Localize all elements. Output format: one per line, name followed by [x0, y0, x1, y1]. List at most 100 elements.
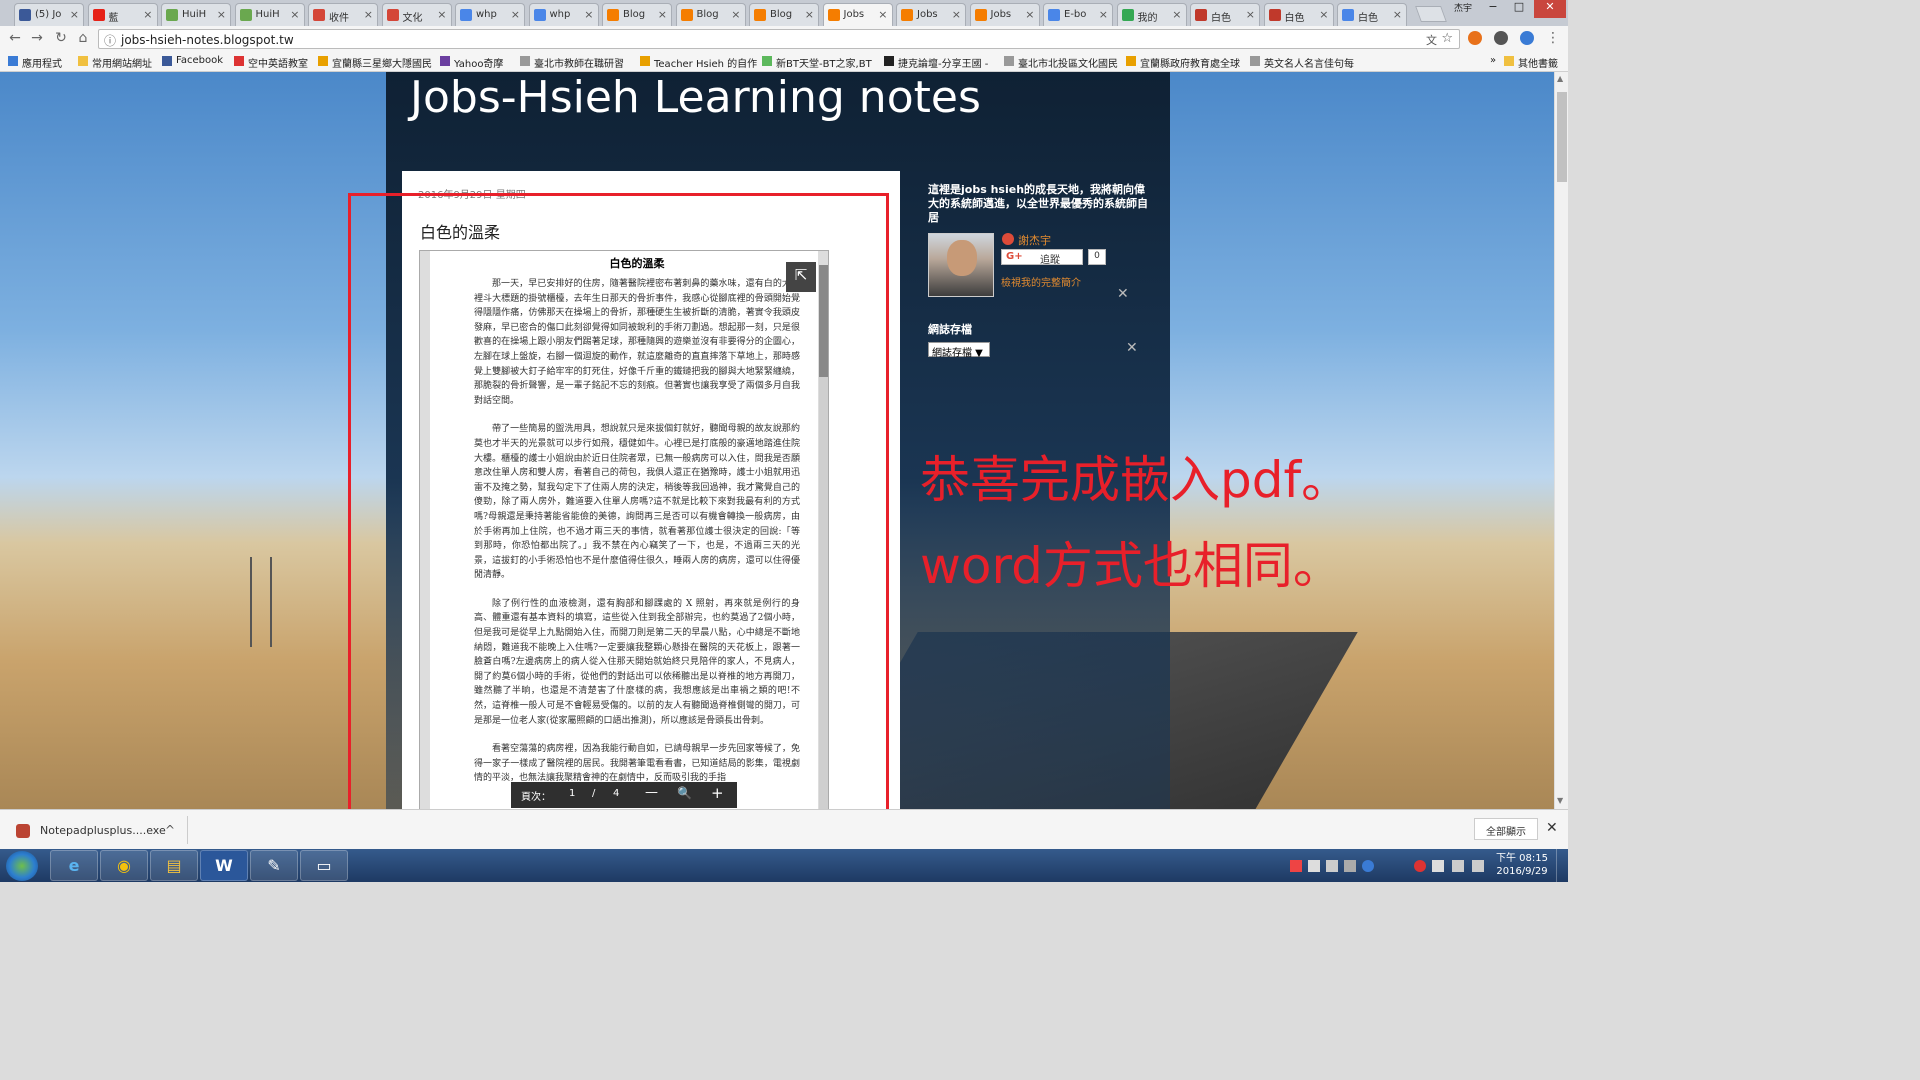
bookmark-item[interactable]: 臺北市教師在職研習	[520, 55, 624, 70]
scroll-up-icon[interactable]: ▲	[1557, 74, 1563, 83]
show-all-downloads-button[interactable]: 全部顯示	[1474, 818, 1538, 840]
tab-13[interactable]: Jobs ×	[969, 3, 1040, 26]
tab-close-icon[interactable]: ×	[1393, 8, 1402, 21]
tab-close-icon[interactable]: ×	[364, 8, 373, 21]
bookmark-item[interactable]: 臺北市北投區文化國民	[1004, 55, 1118, 70]
tab-close-icon[interactable]: ×	[143, 8, 152, 21]
new-tab-button[interactable]	[1415, 6, 1447, 22]
tab-0[interactable]: (5) Jo ×	[14, 3, 84, 26]
tray-icon[interactable]	[1344, 860, 1356, 872]
tray-icon[interactable]	[1308, 860, 1320, 872]
profile-name-link[interactable]: 謝杰宇	[1002, 232, 1051, 248]
download-item[interactable]: Notepadplusplus....exe ^	[10, 816, 188, 844]
tab-17[interactable]: 白色 ×	[1263, 3, 1334, 26]
bookmark-item[interactable]: 其他書籤	[1504, 55, 1558, 70]
bookmark-item[interactable]: 常用網站網址	[78, 55, 152, 70]
bookmark-item[interactable]: 新BT天堂-BT之家,BT	[762, 55, 872, 70]
tab-9[interactable]: Blog ×	[675, 3, 746, 26]
tab-close-icon[interactable]: ×	[1319, 8, 1328, 21]
minimize-button[interactable]: −	[1480, 0, 1506, 18]
chrome-icon[interactable]: ◉	[100, 850, 148, 881]
tab-2[interactable]: HuiH ×	[161, 3, 231, 26]
tab-7[interactable]: whp ×	[528, 3, 599, 26]
tab-close-icon[interactable]: ×	[1099, 8, 1108, 21]
view-profile-link[interactable]: 檢視我的完整簡介	[1001, 274, 1081, 289]
tab-3[interactable]: HuiH ×	[234, 3, 305, 26]
tab-close-icon[interactable]: ×	[1172, 8, 1181, 21]
tray-icon[interactable]	[1290, 860, 1302, 872]
paint-icon[interactable]: ✎	[250, 850, 298, 881]
translate-icon[interactable]: 文	[1426, 32, 1437, 48]
tab-14[interactable]: E-bo ×	[1043, 3, 1113, 26]
bookmark-star-icon[interactable]: ☆	[1441, 31, 1453, 46]
tray-icon[interactable]	[1414, 860, 1426, 872]
tab-4[interactable]: 收件 ×	[308, 3, 378, 26]
bookmark-item[interactable]: 捷克論壇-分享王國 -	[884, 55, 988, 70]
bookmark-item[interactable]: 空中英語教室	[234, 55, 308, 70]
archive-select[interactable]: 網誌存檔 ▼	[928, 342, 990, 359]
bookmark-item[interactable]: 英文名人名言佳句每	[1250, 55, 1354, 70]
volume-icon[interactable]	[1472, 860, 1484, 872]
tab-close-icon[interactable]: ×	[290, 8, 299, 21]
tab-close-icon[interactable]: ×	[658, 8, 667, 21]
avatar[interactable]	[928, 233, 994, 297]
tab-close-icon[interactable]: ×	[437, 8, 446, 21]
tab-15[interactable]: 我的 ×	[1116, 3, 1187, 26]
file-explorer-icon[interactable]: ▤	[150, 850, 198, 881]
start-button[interactable]	[6, 851, 38, 881]
tray-icon[interactable]	[1326, 860, 1338, 872]
back-icon[interactable]: ←	[6, 30, 24, 46]
edit-widget-icon[interactable]: ✕	[1126, 340, 1138, 356]
network-icon[interactable]	[1452, 860, 1464, 872]
tab-close-icon[interactable]: ×	[217, 8, 226, 21]
extension-icon[interactable]	[1468, 31, 1482, 45]
bookmark-item[interactable]: Facebook	[162, 55, 223, 66]
action-center-icon[interactable]	[1432, 860, 1444, 872]
bookmark-item[interactable]: 宜蘭縣政府教育處全球	[1126, 55, 1240, 70]
bookmark-item[interactable]: Yahoo奇摩	[440, 55, 503, 70]
tab-6[interactable]: whp ×	[455, 3, 525, 26]
tab-10[interactable]: Blog ×	[749, 3, 819, 26]
extension-icon[interactable]	[1520, 31, 1534, 45]
tab-1[interactable]: 藍 ×	[87, 3, 158, 26]
edit-widget-icon[interactable]: ✕	[1117, 286, 1129, 302]
tray-icon[interactable]	[1362, 860, 1374, 872]
tab-close-icon[interactable]: ×	[731, 8, 740, 21]
system-clock[interactable]: 下午 08:15 2016/9/29	[1494, 852, 1550, 878]
tab-close-icon[interactable]: ×	[1246, 8, 1255, 21]
tab-close-icon[interactable]: ×	[878, 8, 887, 21]
chevron-up-icon[interactable]: ^	[165, 823, 175, 837]
user-profile-button[interactable]: 杰宇	[1448, 1, 1478, 19]
bookmark-item[interactable]: 應用程式	[8, 55, 62, 70]
scroll-down-icon[interactable]: ▼	[1557, 796, 1563, 805]
tab-close-icon[interactable]: ×	[70, 8, 79, 21]
menu-icon[interactable]: ⋮	[1544, 30, 1562, 46]
show-desktop-button[interactable]	[1556, 849, 1568, 882]
tab-close-icon[interactable]: ×	[805, 8, 814, 21]
tab-close-icon[interactable]: ×	[584, 8, 593, 21]
bookmark-item[interactable]: 宜蘭縣三星鄉大隱國民	[318, 55, 432, 70]
close-window-button[interactable]: ✕	[1534, 0, 1566, 18]
forward-icon[interactable]: →	[28, 30, 46, 46]
page-scrollbar[interactable]: ▲ ▼	[1554, 72, 1568, 809]
bookmark-item[interactable]: Teacher Hsieh 的自作	[640, 55, 757, 70]
blog-title[interactable]: Jobs-Hsieh Learning notes	[410, 72, 981, 123]
page-scrollbar-thumb[interactable]	[1557, 92, 1567, 182]
close-downloads-icon[interactable]: ✕	[1546, 820, 1558, 836]
tab-18[interactable]: 白色 ×	[1337, 3, 1407, 26]
window-app-icon[interactable]: ▭	[300, 850, 348, 881]
tab-12[interactable]: Jobs ×	[896, 3, 966, 26]
extension-icon[interactable]	[1494, 31, 1508, 45]
reload-icon[interactable]: ↻	[52, 30, 70, 46]
maximize-button[interactable]: □	[1506, 0, 1532, 18]
tab-5[interactable]: 文化 ×	[381, 3, 452, 26]
tab-16[interactable]: 白色 ×	[1190, 3, 1260, 26]
tab-11[interactable]: Jobs ×	[822, 3, 893, 26]
tab-close-icon[interactable]: ×	[952, 8, 961, 21]
tab-8[interactable]: Blog ×	[602, 3, 672, 26]
address-bar[interactable]: ⓘ jobs-hsieh-notes.blogspot.tw 文 ☆	[98, 29, 1460, 49]
bookmark-item[interactable]: »	[1476, 55, 1496, 66]
tab-close-icon[interactable]: ×	[511, 8, 520, 21]
tab-close-icon[interactable]: ×	[1025, 8, 1034, 21]
word-icon[interactable]: W	[200, 850, 248, 881]
